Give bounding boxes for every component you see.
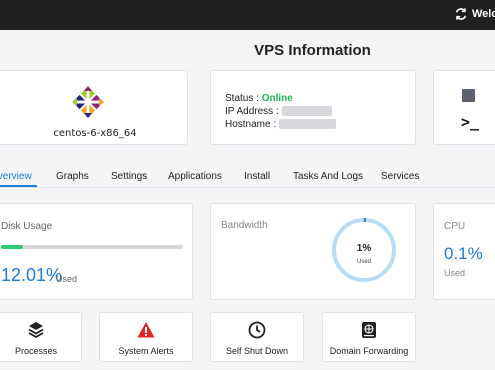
warning-icon (137, 322, 155, 338)
cpu-used-label: Used (444, 268, 466, 278)
system-alerts-tile[interactable]: System Alerts (99, 312, 193, 362)
tab-bar: Overview Graphs Settings Applications In… (0, 160, 495, 188)
os-name: centos-6-x86_64 (53, 128, 137, 139)
hostname-line: Hostname : (225, 118, 336, 131)
tab-settings[interactable]: Settings (111, 171, 147, 182)
bandwidth-used-label: Used (357, 259, 371, 265)
disk-usage-bar (1, 245, 183, 249)
disk-usage-card: Disk Usage 12.01% Used (0, 203, 193, 300)
layers-icon (28, 322, 44, 339)
cpu-card: CPU 0.1% Used (433, 203, 495, 300)
clock-icon (248, 321, 266, 339)
bandwidth-card: Bandwidth 1% Used (210, 203, 416, 300)
top-bar: Welco (0, 0, 495, 30)
tab-tasks-and-logs[interactable]: Tasks And Logs (293, 171, 363, 182)
tab-applications[interactable]: Applications (168, 171, 222, 182)
hostname-redacted (278, 119, 336, 130)
ip-label: IP Address : (225, 106, 279, 117)
status-label: Status : (225, 93, 259, 104)
cpu-percent: 0.1% (444, 244, 483, 263)
status-line: Status : Online (225, 92, 336, 105)
disk-usage-used-label: Used (56, 274, 78, 284)
processes-tile[interactable]: Processes (0, 312, 82, 362)
status-value: Online (261, 93, 293, 104)
console-card[interactable]: >_ (433, 70, 495, 145)
active-tab-indicator (0, 185, 37, 187)
terminal-icon[interactable]: >_ (461, 113, 479, 131)
self-shut-down-tile[interactable]: Self Shut Down (210, 312, 304, 362)
refresh-icon[interactable] (454, 7, 468, 21)
disk-usage-title: Disk Usage (1, 221, 53, 232)
ip-line: IP Address : (225, 105, 336, 118)
bandwidth-percent: 1% (357, 243, 372, 254)
centos-logo-icon (72, 86, 104, 118)
stop-icon[interactable] (462, 89, 475, 102)
tab-overview[interactable]: Overview (0, 171, 32, 182)
status-card: Status : Online IP Address : Hostname : (210, 70, 416, 145)
disk-usage-bar-fill (1, 245, 23, 249)
page-title: VPS Information (254, 42, 371, 59)
ip-redacted (281, 106, 332, 117)
processes-label: Processes (14, 346, 58, 356)
tab-install[interactable]: Install (244, 171, 270, 182)
domain-forwarding-label: Domain Forwarding (329, 346, 409, 356)
tab-services[interactable]: Services (381, 171, 419, 182)
bandwidth-gauge: 1% Used (332, 218, 396, 282)
tab-graphs[interactable]: Graphs (56, 171, 89, 182)
globe-book-icon (362, 322, 376, 338)
bandwidth-title: Bandwidth (221, 220, 268, 231)
hostname-label: Hostname : (225, 119, 277, 130)
cpu-title: CPU (444, 221, 466, 232)
welcome-text: Welco (472, 8, 495, 20)
self-shut-down-label: Self Shut Down (225, 346, 289, 356)
os-card: centos-6-x86_64 (0, 70, 188, 145)
disk-usage-percent: 12.01% (1, 265, 63, 285)
domain-forwarding-tile[interactable]: Domain Forwarding (322, 312, 416, 362)
system-alerts-label: System Alerts (118, 346, 174, 356)
